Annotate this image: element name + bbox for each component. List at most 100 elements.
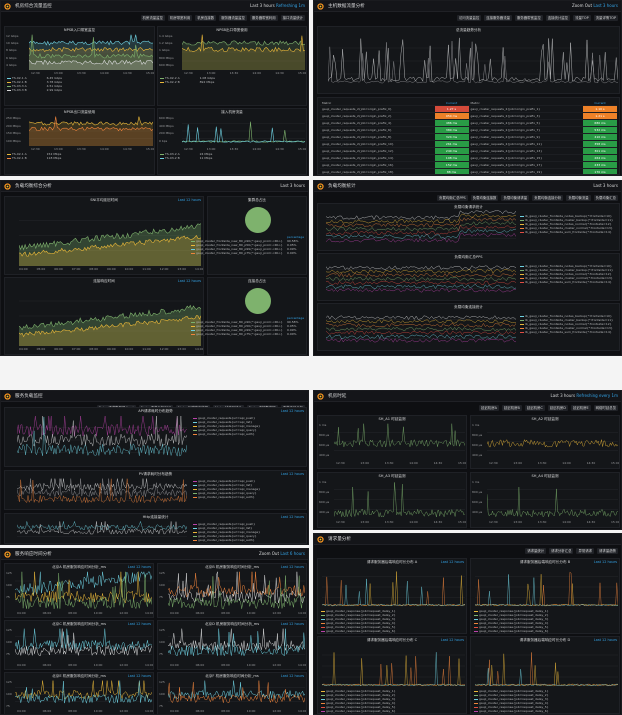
- panel-title[interactable]: SH_A3 时延监测: [318, 474, 466, 479]
- panel-title[interactable]: SH_A1 时延监测: [318, 417, 466, 422]
- dashboard-link[interactable]: 负载均衡流量: [566, 195, 591, 201]
- graph-plot[interactable]: [487, 480, 618, 519]
- dashboard-title[interactable]: 机房时延: [328, 393, 346, 399]
- dashboard-link[interactable]: 延迟机房A: [479, 405, 499, 411]
- legend-item[interactable]: gauji_cluster_requests{url=api_auth}: [193, 432, 255, 436]
- table-row[interactable]: gauji_cluster_requests_2{job=origin_pref…: [320, 155, 617, 162]
- table-header-cell[interactable]: Metric: [469, 101, 584, 105]
- graph-plot[interactable]: [322, 644, 465, 688]
- dashboard-link[interactable]: 异常请求: [576, 548, 595, 554]
- graph-plot[interactable]: [19, 286, 201, 346]
- legend-item[interactable]: lb_gauji_cluster_frontside_sum_frontside…: [520, 230, 612, 234]
- dashboard-link[interactable]: 服务器带宽利用: [249, 15, 278, 21]
- legend-item[interactable]: gauji_cluster_response{job=request_delay…: [474, 629, 549, 633]
- grafana-logo-icon[interactable]: [4, 551, 11, 558]
- legend-item[interactable]: TS-02-2 B 892 Mbps: [160, 80, 214, 84]
- panel-title[interactable]: 接入机房流量: [158, 110, 306, 115]
- graph-plot[interactable]: [328, 35, 618, 87]
- legend-item[interactable]: gauji_cluster_requests{url=api_auth}: [193, 538, 255, 542]
- refresh-label[interactable]: Refreshing every 1m: [576, 393, 618, 398]
- pie-slice[interactable]: [245, 207, 271, 233]
- dashboard-link[interactable]: 负载均衡连接数: [470, 195, 499, 201]
- dashboard-link[interactable]: 负载均衡请求量: [501, 195, 530, 201]
- graph-plot[interactable]: [168, 571, 305, 611]
- graph-plot[interactable]: [168, 680, 305, 709]
- dashboard-link[interactable]: 网络时延总览: [593, 405, 618, 411]
- table-row[interactable]: gauji_cluster_requests_2{job=origin_pref…: [320, 134, 617, 141]
- panel-title[interactable]: NPSB出口带宽使用: [158, 28, 306, 33]
- dashboard-link[interactable]: 服务器带宽监控: [514, 15, 543, 21]
- panel-title[interactable]: SNI平均延迟时间: [5, 198, 203, 203]
- graph-plot[interactable]: [182, 116, 305, 146]
- dashboard-link[interactable]: 请求分析汇总: [549, 548, 574, 554]
- grafana-logo-icon[interactable]: [4, 3, 11, 10]
- legend-item[interactable]: gauji_cluster_frontside_new_80_p75{*:gau…: [191, 251, 283, 255]
- legend-item[interactable]: gauji_cluster_requests{url=api_auth}: [193, 495, 255, 499]
- graph-plot[interactable]: [168, 628, 305, 663]
- graph-plot[interactable]: [334, 423, 465, 460]
- time-picker[interactable]: Last 3 hours: [280, 183, 305, 188]
- grafana-logo-icon[interactable]: [317, 393, 324, 400]
- dashboard-link[interactable]: 负载均衡汇总: [593, 195, 618, 201]
- pie-slice[interactable]: [245, 288, 271, 314]
- table-row[interactable]: gauji_cluster_requests_2{job=origin_pref…: [320, 113, 617, 120]
- time-range-label[interactable]: Last 3 hours: [280, 183, 305, 188]
- grafana-logo-icon[interactable]: [4, 183, 11, 190]
- graph-plot[interactable]: [29, 34, 153, 70]
- graph-plot[interactable]: [182, 34, 305, 70]
- graph-plot[interactable]: [29, 116, 153, 146]
- dashboard-link[interactable]: 接口流量统计: [280, 15, 305, 21]
- grafana-logo-icon[interactable]: [317, 3, 324, 10]
- dashboard-link[interactable]: 机房带宽利用: [167, 15, 193, 21]
- dashboard-title[interactable]: 负载均衡综合分析: [15, 183, 52, 189]
- table-row[interactable]: gauji_cluster_requests_2{job=origin_pref…: [320, 127, 617, 134]
- time-range-label[interactable]: Zoom Out: [259, 551, 279, 556]
- graph-plot[interactable]: [17, 521, 187, 542]
- table-header-cell[interactable]: Current: [583, 100, 617, 106]
- legend-item[interactable]: gauji_cluster_response{job=request_delay…: [474, 709, 549, 713]
- dashboard-title[interactable]: 服务负载监控: [15, 393, 43, 399]
- dashboard-link[interactable]: 负载均衡连接分析: [532, 195, 564, 201]
- graph-plot[interactable]: [326, 210, 516, 248]
- refresh-label[interactable]: Refreshing 1m: [276, 3, 305, 8]
- legend-item[interactable]: gauji_cluster_response{job=request_delay…: [321, 709, 396, 713]
- legend-item[interactable]: TS-02-1 B 118 Mbps: [7, 156, 61, 160]
- time-picker[interactable]: Last 3 hours Refreshing 1m: [250, 3, 305, 8]
- time-picker[interactable]: Zoom Out Last 3 hours: [572, 3, 618, 8]
- dashboard-link[interactable]: 机房连接数: [195, 15, 217, 21]
- table-row[interactable]: gauji_cluster_requests_2{job=origin_pref…: [320, 106, 617, 113]
- graph-plot[interactable]: [15, 680, 152, 709]
- table-header-cell[interactable]: Metric: [320, 101, 435, 105]
- table-row[interactable]: gauji_cluster_requests_2{job=origin_pref…: [320, 169, 617, 174]
- legend-item[interactable]: lb_gauji_cluster_frontside_sum_frontside…: [520, 330, 612, 334]
- dashboard-link[interactable]: 延迟机房D: [547, 405, 568, 411]
- dashboard-link[interactable]: 负载均衡汇总PPS: [437, 195, 468, 201]
- panel-title[interactable]: SH_A2 时延监测: [471, 417, 619, 422]
- panel-title[interactable]: API请求耗时分布趋势: [5, 409, 306, 414]
- dashboard-link[interactable]: 延迟机房C: [524, 405, 545, 411]
- dashboard-title[interactable]: 负载均衡统计: [328, 183, 356, 189]
- refresh-label[interactable]: Last 3 hours: [593, 3, 618, 8]
- dashboard-link[interactable]: 连接服务器流量: [484, 15, 512, 21]
- legend-item[interactable]: gauji_cluster_response{job=request_delay…: [321, 629, 396, 633]
- grafana-logo-icon[interactable]: [317, 536, 324, 543]
- graph-plot[interactable]: [475, 644, 618, 688]
- panel-title[interactable]: SH_A4 时延监测: [471, 474, 619, 479]
- time-range-label[interactable]: Last 3 hours: [550, 393, 575, 398]
- graph-plot[interactable]: [487, 423, 618, 460]
- time-picker[interactable]: Zoom Out Last 6 hours: [259, 551, 305, 556]
- graph-plot[interactable]: [19, 205, 201, 266]
- legend-item[interactable]: TS-03-2 B 11 Mbps: [160, 156, 212, 160]
- dashboard-link[interactable]: 延迟机房B: [501, 405, 522, 411]
- grafana-logo-icon[interactable]: [4, 393, 11, 400]
- graph-plot[interactable]: [17, 478, 187, 508]
- table-header-cell[interactable]: Current: [435, 100, 469, 106]
- panel-title[interactable]: NPSB出口流量使用: [5, 110, 154, 115]
- table-row[interactable]: gauji_cluster_requests_2{job=origin_pref…: [320, 148, 617, 155]
- dashboard-link[interactable]: 请求量统计: [525, 548, 547, 554]
- dashboard-title[interactable]: 请求量分析: [328, 536, 351, 542]
- dashboard-link[interactable]: 流量TOP: [573, 15, 591, 21]
- pie-chart[interactable]: [243, 205, 273, 235]
- dashboard-link[interactable]: 延迟机房E: [570, 405, 591, 411]
- dashboard-link[interactable]: 服务器流量监控: [219, 15, 247, 21]
